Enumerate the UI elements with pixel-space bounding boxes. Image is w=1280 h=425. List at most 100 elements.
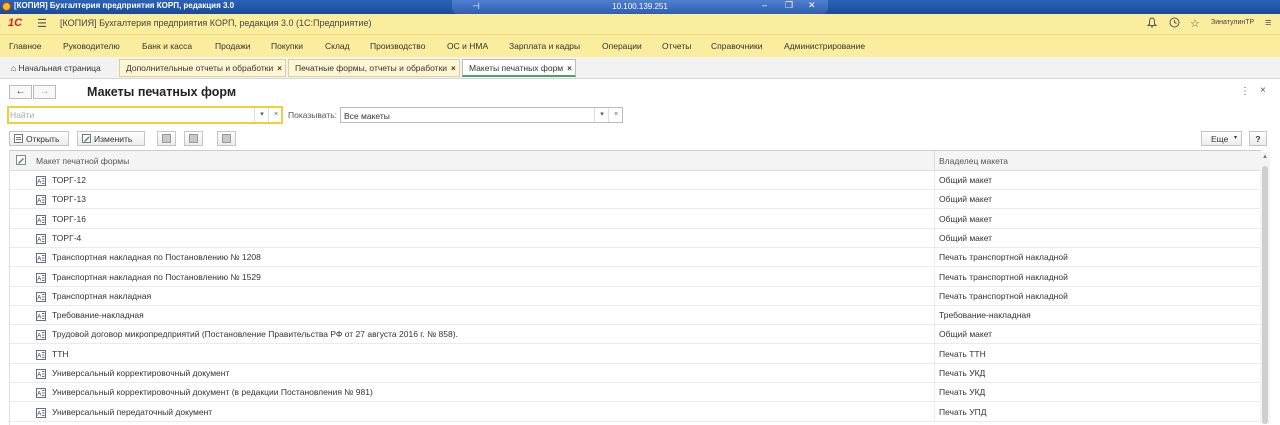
- table-row[interactable]: A Транспортная накладная по Постановлению…: [10, 267, 1261, 287]
- template-owner: Печать транспортной накладной: [939, 271, 1068, 282]
- table-row[interactable]: A ТОРГ-16 Общий макет: [10, 209, 1261, 229]
- scroll-up-icon[interactable]: ▲: [1262, 154, 1268, 160]
- close-tab-icon[interactable]: ×: [451, 64, 456, 73]
- template-icon: A: [36, 195, 46, 206]
- template-icon: [189, 134, 198, 143]
- star-icon[interactable]: ☆: [1190, 17, 1200, 30]
- close-tab-icon[interactable]: ×: [567, 64, 572, 73]
- template-name: Требование-накладная: [52, 310, 144, 321]
- menu-item-bank[interactable]: Банк и касса: [142, 41, 192, 51]
- menu-item-director[interactable]: Руководителю: [63, 41, 120, 51]
- edit-button[interactable]: Изменить: [77, 131, 145, 146]
- search-input[interactable]: [10, 109, 250, 121]
- open-button[interactable]: Открыть: [9, 131, 69, 146]
- help-button-label: ?: [1255, 134, 1261, 144]
- more-actions-icon[interactable]: ⋮: [1240, 86, 1250, 97]
- more-button-label: Еще: [1211, 134, 1229, 144]
- template-name: ТОРГ-16: [52, 213, 86, 224]
- template-icon: A: [36, 330, 46, 341]
- table-row[interactable]: A Универсальный корректировочный документ…: [10, 364, 1261, 383]
- menu-item-administration[interactable]: Администрирование: [784, 41, 865, 51]
- close-tab-icon[interactable]: ×: [277, 64, 282, 73]
- table-row[interactable]: A Трудовой договор микропредприятий (Пост…: [10, 325, 1261, 345]
- template-action-button[interactable]: [184, 131, 203, 146]
- vertical-scrollbar[interactable]: ▲: [1260, 152, 1270, 424]
- help-button[interactable]: ?: [1249, 131, 1267, 146]
- template-owner: Печать транспортной накладной: [939, 290, 1068, 301]
- table-row[interactable]: A ТОРГ-12 Общий макет: [10, 171, 1261, 190]
- column-header-owner[interactable]: Владелец макета: [939, 156, 1008, 166]
- edit-column-icon: [16, 155, 26, 165]
- table-row[interactable]: A Транспортная накладная по Постановлению…: [10, 248, 1261, 268]
- tab-print-templates[interactable]: Макеты печатных форм ×: [462, 59, 576, 77]
- template-name: Универсальный передаточный документ: [52, 406, 213, 417]
- template-icon: A: [36, 369, 46, 379]
- svg-text:A: A: [37, 237, 41, 243]
- main-menu-icon[interactable]: ☰: [37, 17, 47, 30]
- clear-search-icon[interactable]: ×: [268, 108, 283, 122]
- menu-item-assets[interactable]: ОС и НМА: [447, 41, 488, 51]
- template-name: ТТН: [52, 348, 69, 359]
- menu-item-reports[interactable]: Отчеты: [662, 41, 691, 51]
- column-header-template[interactable]: Макет печатной формы: [36, 156, 129, 166]
- tab-home[interactable]: ⌂ Начальная страница: [4, 59, 115, 77]
- close-icon[interactable]: ✕: [808, 0, 816, 11]
- table-row[interactable]: A Универсальный корректировочный документ…: [10, 383, 1261, 403]
- svg-text:A: A: [37, 334, 41, 340]
- template-action-button[interactable]: [157, 131, 176, 146]
- menu-item-salary[interactable]: Зарплата и кадры: [509, 41, 580, 51]
- pencil-icon: [82, 134, 91, 143]
- window-title: [КОПИЯ] Бухгалтерия предприятия КОРП, ре…: [14, 1, 235, 10]
- page-title: Макеты печатных форм: [87, 85, 237, 99]
- history-icon[interactable]: [1169, 17, 1180, 31]
- template-name: Транспортная накладная по Постановлению …: [52, 252, 261, 263]
- menu-item-main[interactable]: Главное: [9, 41, 41, 51]
- menu-item-production[interactable]: Производство: [370, 41, 425, 51]
- template-action-button[interactable]: [217, 131, 236, 146]
- show-filter-value: Все макеты: [344, 111, 390, 121]
- chevron-down-icon[interactable]: ▾: [594, 108, 609, 122]
- user-name[interactable]: ЗинатулинТР: [1211, 19, 1254, 26]
- svg-text:A: A: [37, 295, 41, 301]
- template-owner: Печать ТТН: [939, 348, 986, 359]
- minimize-icon[interactable]: –: [762, 0, 767, 10]
- menu-item-operations[interactable]: Операции: [602, 41, 642, 51]
- forward-button[interactable]: →: [33, 85, 56, 99]
- table-row[interactable]: A ТТН Печать ТТН: [10, 344, 1261, 364]
- menu-item-warehouse[interactable]: Склад: [325, 41, 350, 51]
- table-row[interactable]: A ТОРГ-13 Общий макет: [10, 190, 1261, 210]
- template-icon: [222, 134, 231, 143]
- scrollbar-thumb[interactable]: [1262, 166, 1268, 424]
- table-row[interactable]: A Требование-накладная Требование-накладна…: [10, 306, 1261, 326]
- app-icon: [2, 2, 11, 11]
- open-icon: [14, 134, 23, 143]
- svg-text:A: A: [37, 373, 41, 379]
- table-row[interactable]: A Транспортная накладная Печать транспортн…: [10, 286, 1261, 306]
- restore-icon[interactable]: ❐: [785, 0, 793, 11]
- template-owner: Общий макет: [939, 213, 993, 224]
- svg-text:A: A: [37, 392, 41, 398]
- template-owner: Печать транспортной накладной: [939, 252, 1068, 263]
- menu-item-purchases[interactable]: Покупки: [271, 41, 303, 51]
- more-button[interactable]: Еще ▾: [1201, 131, 1242, 146]
- template-icon: A: [36, 272, 46, 283]
- settings-menu-icon[interactable]: ≡: [1265, 17, 1271, 29]
- template-name: Универсальный корректировочный документ: [52, 368, 230, 378]
- template-name: ТОРГ-13: [52, 194, 86, 205]
- app-header: 1С ☰ [КОПИЯ] Бухгалтерия предприятия КОР…: [0, 14, 1280, 34]
- show-filter-label: Показывать:: [288, 110, 338, 120]
- table-row[interactable]: A ТОРГ-4 Общий макет: [10, 228, 1261, 248]
- menu-item-sales[interactable]: Продажи: [215, 41, 251, 51]
- template-icon: A: [36, 311, 46, 322]
- show-filter-select[interactable]: Все макеты ▾ ×: [340, 107, 623, 123]
- search-history-dropdown[interactable]: ▾: [254, 108, 269, 122]
- back-button[interactable]: ←: [9, 85, 32, 99]
- clear-filter-icon[interactable]: ×: [608, 108, 623, 122]
- bell-icon[interactable]: [1146, 17, 1158, 31]
- tab-print-forms[interactable]: Печатные формы, отчеты и обработки ×: [288, 59, 460, 77]
- tab-home-label: Начальная страница: [18, 63, 101, 73]
- menu-item-references[interactable]: Справочники: [711, 41, 763, 51]
- table-row[interactable]: A Универсальный передаточный документ Печа…: [10, 402, 1261, 422]
- close-form-icon[interactable]: ×: [1260, 85, 1266, 96]
- tab-additional-reports[interactable]: Дополнительные отчеты и обработки ×: [119, 59, 286, 77]
